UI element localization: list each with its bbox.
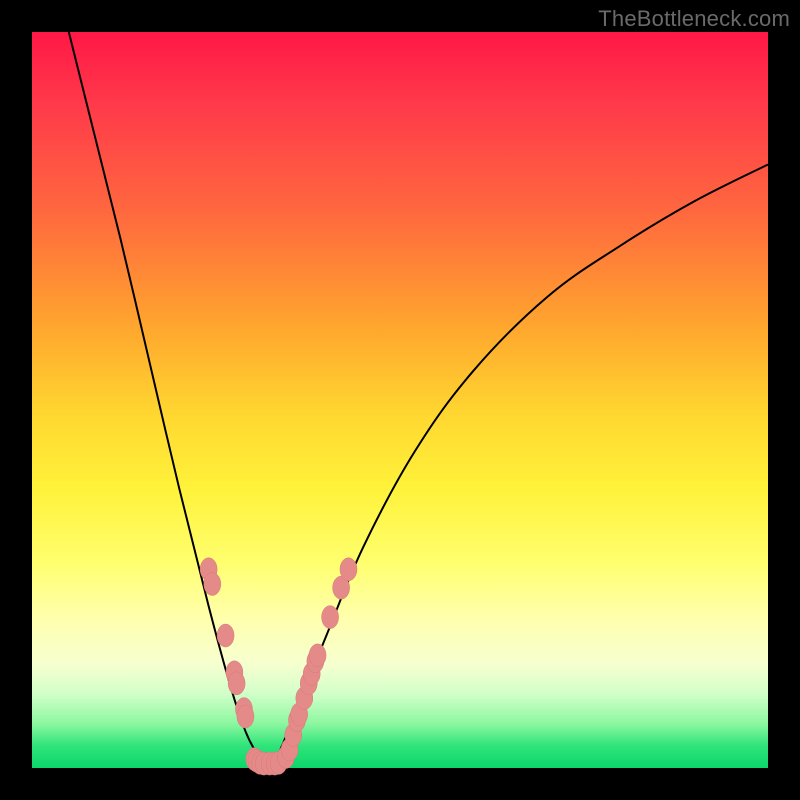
- curve-left: [69, 32, 268, 768]
- data-marker: [340, 558, 357, 581]
- chart-svg: [32, 32, 768, 768]
- marker-layer: [200, 558, 357, 775]
- data-marker: [228, 672, 245, 695]
- plot-area: [32, 32, 768, 768]
- data-marker: [204, 573, 221, 596]
- data-marker: [309, 644, 326, 667]
- chart-frame: TheBottleneck.com: [0, 0, 800, 800]
- data-marker: [217, 624, 234, 647]
- data-marker: [322, 606, 339, 629]
- curve-right: [268, 164, 768, 768]
- data-marker: [237, 705, 254, 728]
- watermark-text: TheBottleneck.com: [598, 6, 790, 32]
